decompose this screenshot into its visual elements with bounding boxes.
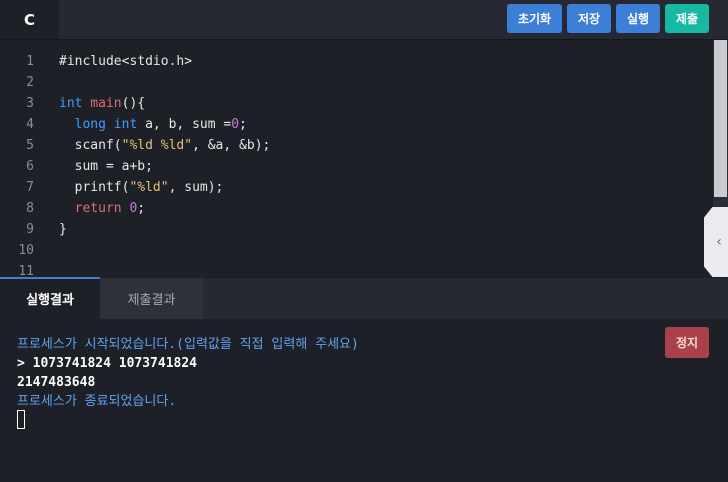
code-line[interactable]: long int a, b, sum =0; bbox=[59, 114, 247, 135]
code-token: , sum); bbox=[168, 180, 224, 195]
line-number: 1 bbox=[26, 54, 34, 69]
result-tabs: 실행결과 제출결과 bbox=[0, 278, 728, 319]
save-button[interactable]: 저장 bbox=[567, 4, 611, 33]
code-token: #include<stdio.h> bbox=[59, 54, 193, 69]
line-number: 8 bbox=[26, 201, 34, 216]
line-number: 2 bbox=[26, 75, 34, 90]
chevron-left-icon: ‹ bbox=[716, 234, 722, 250]
code-token: ; bbox=[137, 201, 146, 216]
side-panel-toggle[interactable]: ‹ bbox=[704, 207, 728, 277]
code-token: int bbox=[59, 96, 83, 111]
console-started-message: 프로세스가 시작되었습니다.(입력값을 직접 입력해 주세요) bbox=[17, 337, 359, 352]
tab-run-result[interactable]: 실행결과 bbox=[0, 278, 100, 319]
line-number: 3 bbox=[26, 96, 34, 111]
stop-button[interactable]: 정지 bbox=[665, 327, 709, 358]
line-number: 6 bbox=[26, 159, 34, 174]
code-line[interactable]: #include<stdio.h> bbox=[59, 51, 192, 72]
code-token: "%ld %ld" bbox=[121, 138, 193, 153]
code-editor[interactable]: 1 2 3 4 5 6 7 8 9 10 11 #include<stdio.h> int main(… bbox=[0, 40, 713, 277]
line-number: 4 bbox=[26, 117, 34, 132]
line-number: 9 bbox=[26, 222, 34, 237]
code-token: a, b, sum = bbox=[137, 117, 232, 132]
code-token: printf( bbox=[59, 180, 130, 195]
editor-scrollbar-thumb[interactable] bbox=[714, 40, 727, 197]
language-tab[interactable]: C bbox=[0, 0, 59, 39]
run-button[interactable]: 실행 bbox=[616, 4, 660, 33]
console-output[interactable]: 프로세스가 시작되었습니다.(입력값을 직접 입력해 주세요) > 107374… bbox=[0, 319, 728, 482]
line-number: 10 bbox=[18, 243, 34, 258]
console-input-line: > 1073741824 1073741824 bbox=[17, 356, 198, 371]
code-token: sum = a+b; bbox=[59, 159, 153, 174]
console-ended-message: 프로세스가 종료되었습니다. bbox=[17, 394, 177, 409]
code-token: (){ bbox=[121, 96, 146, 111]
reset-button[interactable]: 초기화 bbox=[507, 4, 562, 33]
code-token: long bbox=[74, 117, 106, 132]
code-line[interactable]: } bbox=[59, 219, 67, 240]
top-toolbar: C 초기화 저장 실행 제출 bbox=[0, 0, 728, 40]
code-line[interactable]: int main(){ bbox=[59, 93, 145, 114]
code-token: "%ld" bbox=[129, 180, 169, 195]
tab-submit-result[interactable]: 제출결과 bbox=[100, 278, 203, 319]
code-token: , &a, &b); bbox=[192, 138, 271, 153]
console-cursor[interactable] bbox=[17, 410, 25, 429]
code-token: int bbox=[113, 117, 138, 132]
console-output-line: 2147483648 bbox=[17, 375, 96, 390]
line-number-gutter: 1 2 3 4 5 6 7 8 9 10 11 bbox=[0, 40, 42, 277]
submit-button[interactable]: 제출 bbox=[665, 4, 709, 33]
code-token: return bbox=[74, 201, 122, 216]
code-line[interactable]: scanf("%ld %ld", &a, &b); bbox=[59, 135, 271, 156]
line-number: 7 bbox=[26, 180, 34, 195]
code-line[interactable]: return 0; bbox=[59, 198, 145, 219]
code-line[interactable]: printf("%ld", sum); bbox=[59, 177, 224, 198]
line-number: 11 bbox=[18, 264, 34, 277]
code-token: 0 bbox=[231, 117, 240, 132]
line-number: 5 bbox=[26, 138, 34, 153]
code-token: ; bbox=[239, 117, 247, 132]
code-token: } bbox=[59, 222, 67, 237]
code-token: scanf( bbox=[59, 138, 122, 153]
code-line[interactable]: sum = a+b; bbox=[59, 156, 153, 177]
active-tab-indicator bbox=[0, 277, 100, 279]
code-token: main bbox=[90, 96, 122, 111]
